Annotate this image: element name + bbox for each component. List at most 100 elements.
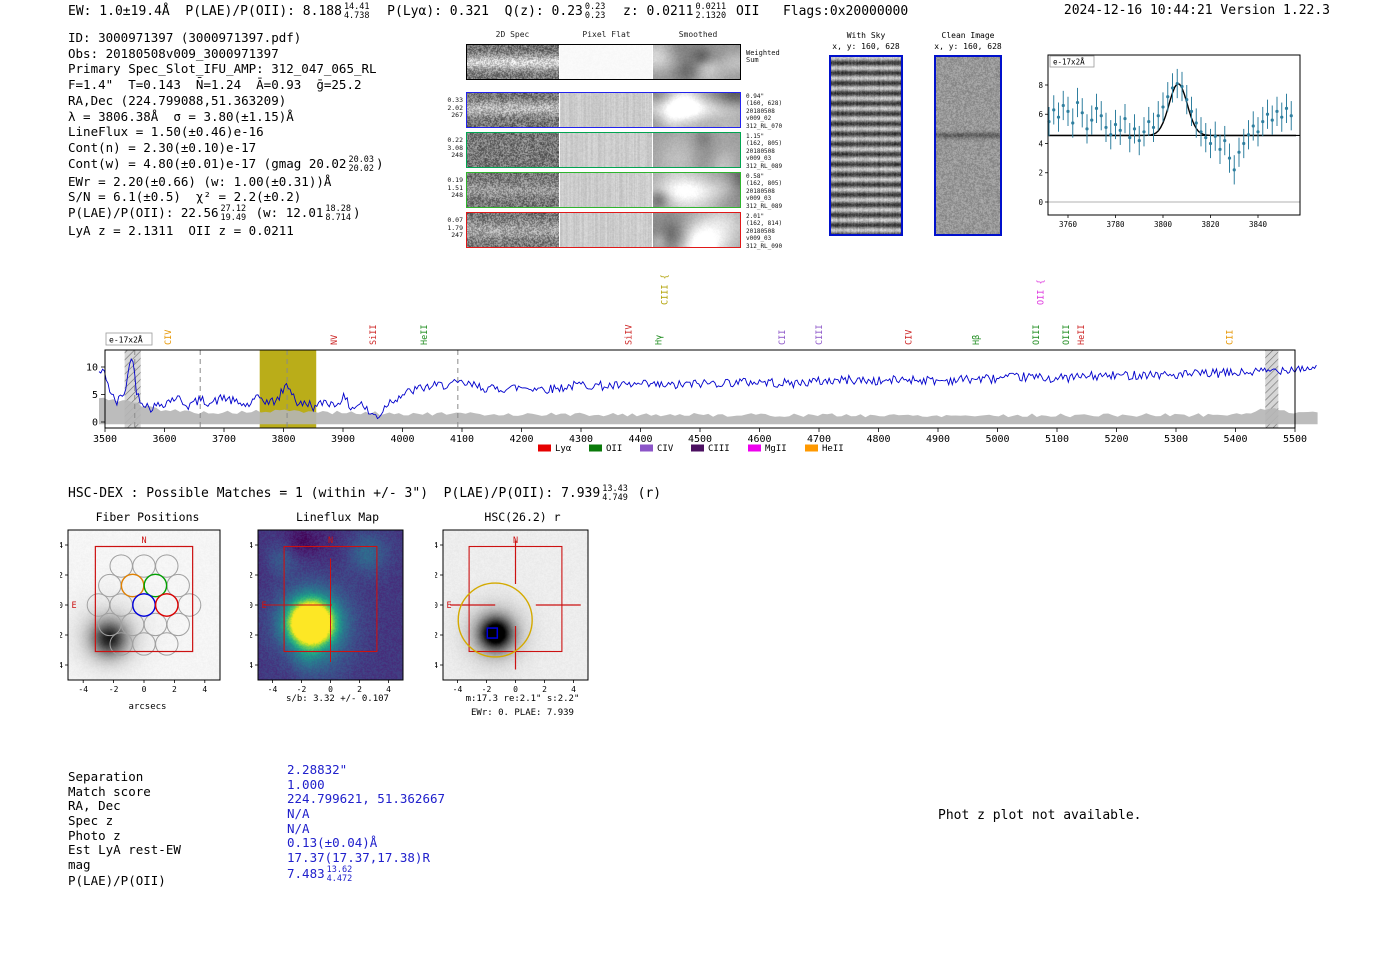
- cutout-pixelflat-image: [560, 213, 652, 247]
- data-point: [1090, 118, 1094, 122]
- match-row: Separation 2.28832": [68, 762, 445, 785]
- y-tick-label: 6: [1038, 110, 1043, 119]
- match-value: N/A: [287, 806, 310, 821]
- info-line-3: F=1.4" T=0.143 N̄=1.24 Ā=0.93 ḡ=25.2: [68, 77, 384, 93]
- y-tick-label: 0: [435, 601, 438, 610]
- legend-label: Lyα: [555, 444, 572, 454]
- text-segment: z: 0.0211: [607, 3, 694, 19]
- span-shape: 4.738: [343, 10, 370, 21]
- match-value: 0.13(±0.04)Å: [287, 835, 377, 851]
- div-shape: 312_RL_070: [746, 122, 783, 130]
- div-shape: 20180508: [746, 187, 775, 195]
- x-tick-label: -4: [453, 685, 463, 694]
- div-shape: v009_03: [746, 235, 772, 243]
- timestamp-version: 2024-12-16 10:44:21 Version 1.22.3: [1063, 3, 1330, 18]
- x-tick-label: 4400: [628, 434, 652, 445]
- data-point: [1256, 130, 1260, 134]
- data-point: [1275, 109, 1279, 113]
- match-row: Spec z N/A: [68, 806, 445, 829]
- cutout-smoothed-image: [653, 133, 740, 167]
- cutout-right-labels: 1.15" (162, 805) 20180508 v009_03 312_RL_089: [746, 133, 782, 170]
- clean-image-title: Clean Image: [941, 31, 995, 40]
- y-tick-label: -4: [250, 661, 253, 670]
- text-segment: F=1.4" T=0.143 N̄=1.24 Ā=0.93 ḡ=25.2: [68, 77, 362, 93]
- text-segment: P(LAE)/P(OII): 22.56: [68, 204, 219, 220]
- fiber-circle: [166, 612, 190, 637]
- y-tick-label: 0: [250, 601, 253, 610]
- text-segment: ): [352, 204, 361, 220]
- fiber-circle: [177, 593, 202, 617]
- stacked-value: 27.12 19.49: [221, 205, 247, 223]
- cutout-row-4: [466, 212, 741, 248]
- data-point: [1128, 136, 1132, 140]
- info-line-8: Cont(w) = 4.80(±0.01)e-17 (gmag 20.02 20.…: [68, 155, 384, 174]
- span-shape: 8.714: [325, 212, 351, 223]
- x-tick-label: 5400: [1223, 434, 1247, 445]
- summary-header: EW: 1.0±19.4Å P(LAE)/P(OII): 8.188 14.41 4…: [68, 3, 908, 21]
- cutout-2dspec-image: [467, 133, 559, 167]
- data-point: [1104, 125, 1108, 130]
- cutout-pixelflat-image: [560, 45, 652, 79]
- flux-units-annotation: e-17x2Å: [109, 334, 143, 345]
- stacked-value: 13.62 4.472: [327, 865, 353, 884]
- x-tick-label: 3700: [212, 434, 236, 445]
- with-sky-panel: With Sky x, y: 160, 628: [820, 30, 912, 236]
- hsc-dex-match-header: HSC-DEX : Possible Matches = 1 (within +…: [68, 485, 661, 503]
- emission-line-label: SiII: [369, 325, 379, 345]
- fiber-positions-panel: Fiber Positions -4-2024-4-2024NE arcsecs: [60, 510, 235, 725]
- match-value: 7.483 13.62 4.472: [287, 865, 354, 884]
- x-tick-label: 4000: [390, 434, 414, 445]
- x-tick-label: 4200: [509, 434, 533, 445]
- cutout-smoothed-image: [653, 93, 740, 127]
- match-row: mag 17.37(17.37,17.38)R: [68, 850, 445, 873]
- y-tick-label: 4: [435, 541, 438, 550]
- hsc-cutout-panel: HSC(26.2) r -4-2024-4-2024NE m:17.3 re:2…: [435, 510, 610, 740]
- emission-line-label: OII {: [1036, 279, 1046, 305]
- x-tick-label: 3600: [152, 434, 176, 445]
- info-line-1: Obs: 20180508v009_3000971397: [68, 46, 384, 62]
- div-shape: 20180508: [746, 227, 775, 235]
- div-shape: 247: [451, 231, 463, 240]
- div-shape: 20180508: [746, 107, 775, 115]
- div-shape: 248: [451, 151, 463, 160]
- text-segment: Primary Spec_Slot_IFU_AMP: 312_047_065_R…: [68, 61, 377, 77]
- cutout-2dspec-image: [467, 173, 559, 207]
- text-segment: 1.000: [287, 776, 325, 792]
- span-shape: 20.02: [348, 163, 375, 174]
- info-line-10: S/N = 6.1(±0.5) χ² = 2.2(±0.2): [68, 189, 384, 205]
- data-point: [1142, 130, 1146, 134]
- x-tick-label: -4: [268, 685, 278, 694]
- info-line-2: Primary Spec_Slot_IFU_AMP: 312_047_065_R…: [68, 61, 384, 77]
- info-line-9: EWr = 2.20(±0.66) (w: 1.00(±0.31))Å: [68, 174, 384, 190]
- cutout-right-labels: Weighted Sum: [746, 49, 780, 65]
- match-label: Photo z: [68, 827, 121, 843]
- data-point: [1232, 168, 1236, 172]
- data-point: [1052, 108, 1056, 112]
- match-value: 224.799621, 51.362667: [287, 791, 445, 807]
- legend-label: CIV: [657, 444, 674, 454]
- flux-units-annotation: e-17x2Å: [1053, 58, 1085, 67]
- div-shape: 248: [451, 191, 463, 200]
- span-shape: 0.23: [584, 10, 606, 21]
- text-segment: EW: 1.0±19.4Å P(LAE)/P(OII): 8.188: [68, 3, 342, 19]
- lineflux-map-overlay: -4 -2 0 2 4 -4 -2 0 2 4 N E: [250, 529, 404, 694]
- x-tick-label: 4800: [866, 434, 890, 445]
- y-tick-label: 0: [92, 418, 98, 429]
- data-point: [1118, 128, 1122, 132]
- cutout-pixelflat-image: [560, 93, 652, 127]
- cutout-2dspec-image: [467, 213, 559, 247]
- text-segment: ): [376, 155, 384, 171]
- text-segment: (w: 12.01: [248, 204, 324, 220]
- text-segment: LyA z = 2.1311 OII z = 0.0211: [68, 222, 294, 238]
- data-point: [1156, 114, 1160, 118]
- data-point: [1284, 106, 1289, 110]
- match-label: P(LAE)/P(OII): [68, 872, 166, 888]
- fiber-circle: [98, 573, 122, 598]
- y-tick-label: 2: [1038, 169, 1043, 178]
- emission-line-label: SiIV: [625, 325, 635, 345]
- text-segment: Cont(w) = 4.80(±0.01)e-17 (gmag 20.02: [68, 155, 347, 171]
- match-row: Photo z N/A: [68, 821, 445, 844]
- stacked-value: 0.0211 2.1320: [695, 3, 726, 21]
- cutout-pixelflat-image: [560, 133, 652, 167]
- highlight-fiber-circle: [120, 573, 145, 598]
